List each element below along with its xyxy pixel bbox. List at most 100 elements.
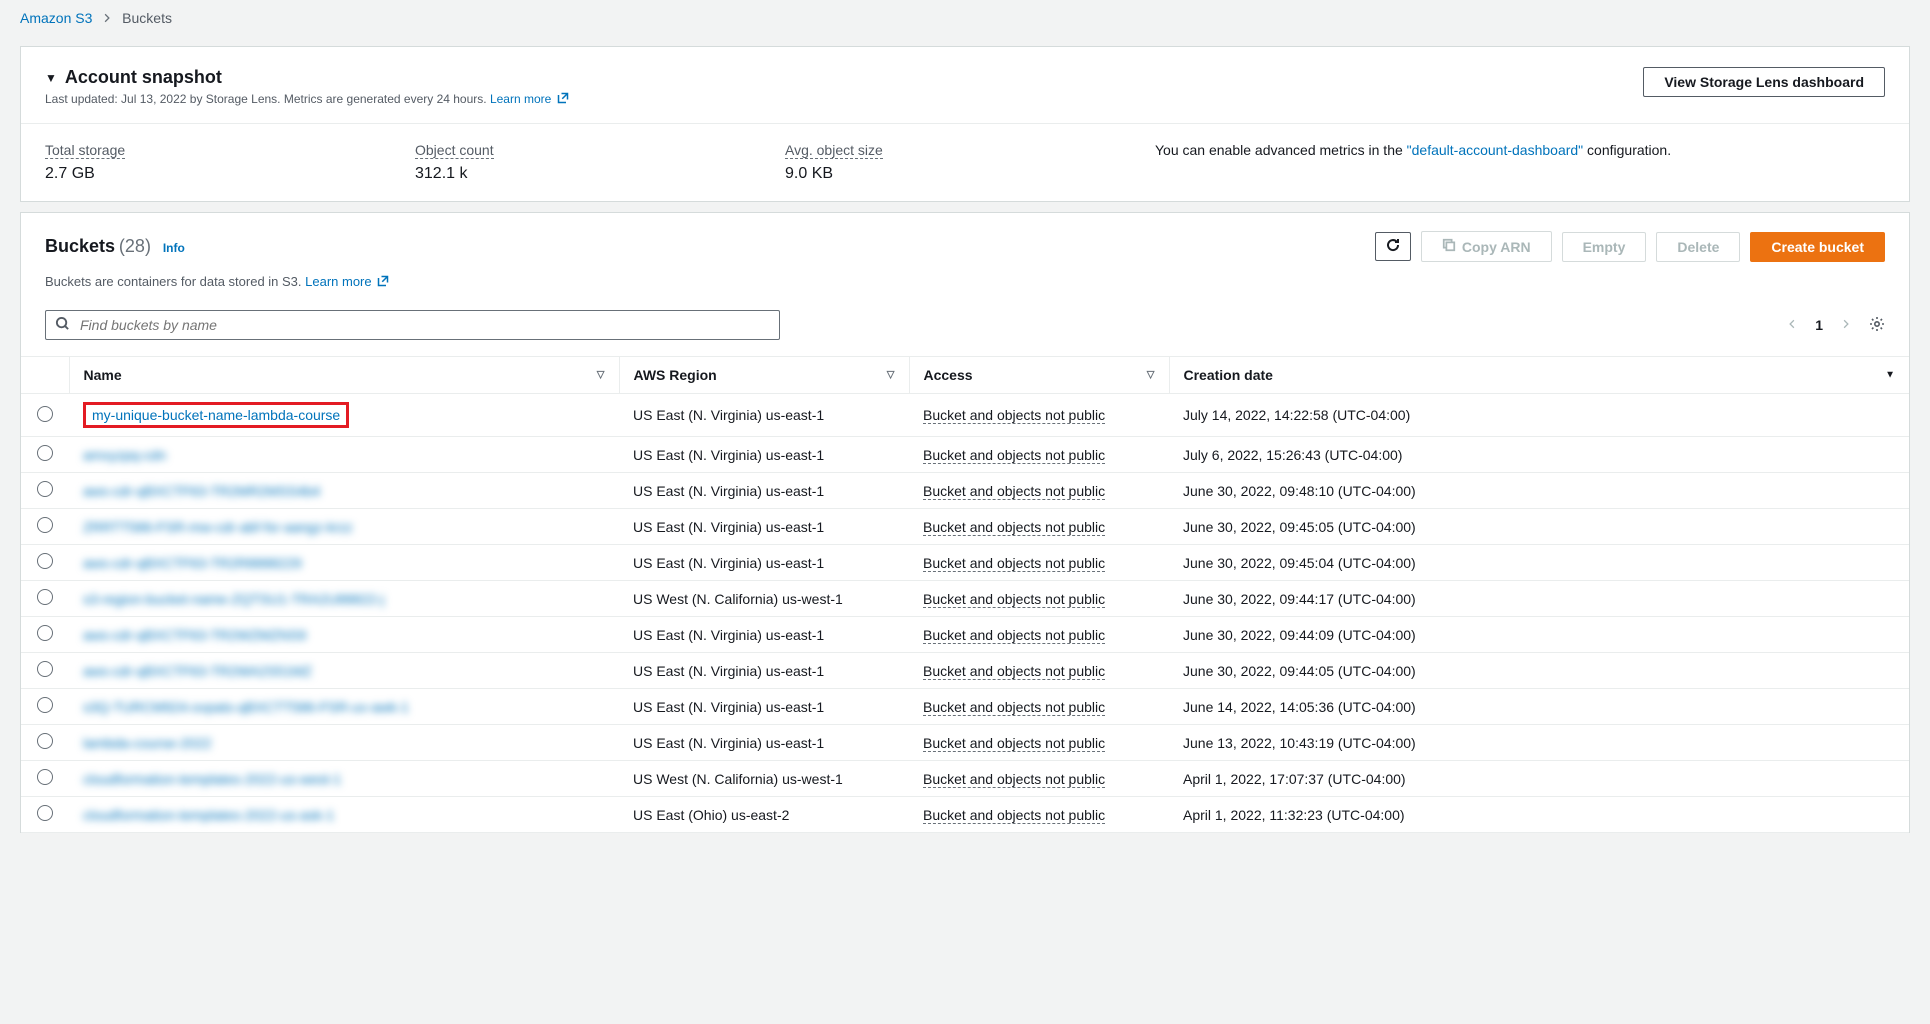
bucket-access: Bucket and objects not public — [923, 447, 1105, 464]
bucket-region: US East (N. Virginia) us-east-1 — [619, 473, 909, 509]
bucket-region: US East (N. Virginia) us-east-1 — [619, 545, 909, 581]
bucket-access: Bucket and objects not public — [923, 555, 1105, 572]
table-row: aws-cdr-qBXCTF63-TR2MR2MSS4b4 US East (N.… — [21, 473, 1909, 509]
breadcrumb-root-link[interactable]: Amazon S3 — [20, 10, 92, 26]
view-storage-lens-button[interactable]: View Storage Lens dashboard — [1643, 67, 1885, 97]
bucket-access: Bucket and objects not public — [923, 735, 1105, 752]
bucket-name-link[interactable]: ZRRTT586-FSR-mw-cdr-abf-fsr-aangz-krzz — [83, 519, 353, 535]
pagination: 1 — [1787, 316, 1885, 335]
search-input[interactable] — [45, 310, 780, 340]
search-box — [45, 310, 780, 340]
empty-button[interactable]: Empty — [1562, 232, 1647, 262]
bucket-access: Bucket and objects not public — [923, 519, 1105, 536]
bucket-name-link[interactable]: aws-cdr-qBXCTF63-TR2WZMZNS9 — [83, 627, 306, 643]
row-select-radio[interactable] — [37, 625, 53, 641]
buckets-table: Name AWS Region Access Creation date my-… — [21, 356, 1909, 833]
copy-icon — [1442, 238, 1456, 255]
bucket-name-link[interactable]: cloudformation-templates-2022-us-ask-1 — [83, 807, 334, 823]
bucket-creation-date: June 30, 2022, 09:48:10 (UTC-04:00) — [1169, 473, 1909, 509]
bucket-name-link[interactable]: my-unique-bucket-name-lambda-course — [83, 402, 349, 428]
account-snapshot-subtitle: Last updated: Jul 13, 2022 by Storage Le… — [45, 92, 569, 107]
row-select-radio[interactable] — [37, 406, 53, 422]
buckets-panel: Buckets (28) Info Copy ARN Empty Delete … — [20, 212, 1910, 833]
name-column-header[interactable]: Name — [69, 357, 619, 394]
bucket-name-link[interactable]: aws-cdr-qBXCTF63-TR2MR2MSS4b4 — [83, 483, 320, 499]
object-count-label: Object count — [415, 142, 494, 159]
info-link[interactable]: Info — [163, 241, 185, 255]
account-snapshot-panel: ▼ Account snapshot Last updated: Jul 13,… — [20, 46, 1910, 202]
bucket-creation-date: June 30, 2022, 09:44:17 (UTC-04:00) — [1169, 581, 1909, 617]
row-select-radio[interactable] — [37, 661, 53, 677]
bucket-creation-date: July 14, 2022, 14:22:58 (UTC-04:00) — [1169, 394, 1909, 437]
copy-arn-button[interactable]: Copy ARN — [1421, 231, 1552, 262]
bucket-name-link[interactable]: aws-cdr-qBXCTF63-TR2R8888229 — [83, 555, 302, 571]
bucket-region: US East (N. Virginia) us-east-1 — [619, 509, 909, 545]
row-select-radio[interactable] — [37, 445, 53, 461]
delete-button[interactable]: Delete — [1656, 232, 1740, 262]
bucket-region: US East (N. Virginia) us-east-1 — [619, 617, 909, 653]
bucket-creation-date: June 13, 2022, 10:43:19 (UTC-04:00) — [1169, 725, 1909, 761]
row-select-radio[interactable] — [37, 481, 53, 497]
row-select-radio[interactable] — [37, 733, 53, 749]
bucket-name-link[interactable]: amxyzpq-cdn — [83, 447, 166, 463]
bucket-name-link[interactable]: s3Q-TURCM924-ovpats-qBXCTT586-FSR-uv-awk… — [83, 699, 409, 715]
row-select-radio[interactable] — [37, 697, 53, 713]
settings-button[interactable] — [1869, 316, 1885, 335]
row-select-radio[interactable] — [37, 769, 53, 785]
bucket-access: Bucket and objects not public — [923, 591, 1105, 608]
region-column-header[interactable]: AWS Region — [619, 357, 909, 394]
default-dashboard-link[interactable]: "default-account-dashboard" — [1407, 142, 1584, 158]
page-number: 1 — [1815, 317, 1823, 333]
row-select-radio[interactable] — [37, 517, 53, 533]
bucket-creation-date: June 30, 2022, 09:45:04 (UTC-04:00) — [1169, 545, 1909, 581]
bucket-region: US East (N. Virginia) us-east-1 — [619, 394, 909, 437]
bucket-access: Bucket and objects not public — [923, 407, 1105, 424]
create-bucket-button[interactable]: Create bucket — [1750, 232, 1885, 262]
access-column-header[interactable]: Access — [909, 357, 1169, 394]
bucket-access: Bucket and objects not public — [923, 771, 1105, 788]
row-select-radio[interactable] — [37, 553, 53, 569]
bucket-name-link[interactable]: s3-region-bucket-name-ZQTSU1-TRA2U88822-… — [83, 591, 384, 607]
bucket-access: Bucket and objects not public — [923, 699, 1105, 716]
bucket-creation-date: April 1, 2022, 17:07:37 (UTC-04:00) — [1169, 761, 1909, 797]
prev-page-button[interactable] — [1787, 317, 1797, 334]
table-row: ZRRTT586-FSR-mw-cdr-abf-fsr-aangz-krzz US… — [21, 509, 1909, 545]
buckets-title: Buckets — [45, 236, 115, 256]
table-row: s3-region-bucket-name-ZQTSU1-TRA2U88822-… — [21, 581, 1909, 617]
gear-icon — [1869, 319, 1885, 335]
table-row: amxyzpq-cdn US East (N. Virginia) us-east… — [21, 437, 1909, 473]
bucket-name-link[interactable]: cloudformation-templates-2022-us-west-1 — [83, 771, 341, 787]
bucket-creation-date: April 1, 2022, 11:32:23 (UTC-04:00) — [1169, 797, 1909, 833]
bucket-region: US West (N. California) us-west-1 — [619, 761, 909, 797]
buckets-count: (28) — [119, 236, 151, 256]
bucket-region: US East (N. Virginia) us-east-1 — [619, 689, 909, 725]
creation-column-header[interactable]: Creation date — [1169, 357, 1909, 394]
bucket-name-link[interactable]: aws-cdr-qBXCTF63-TR2WA2S51MZ — [83, 663, 312, 679]
refresh-button[interactable] — [1375, 232, 1411, 261]
bucket-name-link[interactable]: lambda-course-2022 — [83, 735, 211, 751]
buckets-learn-more-link[interactable]: Learn more — [305, 274, 371, 289]
bucket-region: US West (N. California) us-west-1 — [619, 581, 909, 617]
object-count-value: 312.1 k — [415, 165, 785, 183]
learn-more-link[interactable]: Learn more — [490, 92, 551, 106]
table-row: aws-cdr-qBXCTF63-TR2WA2S51MZUS East (N. … — [21, 653, 1909, 689]
table-row: cloudformation-templates-2022-us-west-1 U… — [21, 761, 1909, 797]
row-select-radio[interactable] — [37, 805, 53, 821]
bucket-access: Bucket and objects not public — [923, 663, 1105, 680]
row-select-radio[interactable] — [37, 589, 53, 605]
bucket-creation-date: June 30, 2022, 09:44:09 (UTC-04:00) — [1169, 617, 1909, 653]
bucket-creation-date: June 14, 2022, 14:05:36 (UTC-04:00) — [1169, 689, 1909, 725]
table-row: cloudformation-templates-2022-us-ask-1 US… — [21, 797, 1909, 833]
external-link-icon — [557, 92, 569, 107]
bucket-region: US East (Ohio) us-east-2 — [619, 797, 909, 833]
total-storage-value: 2.7 GB — [45, 165, 415, 183]
bucket-access: Bucket and objects not public — [923, 483, 1105, 500]
next-page-button[interactable] — [1841, 317, 1851, 334]
avg-object-size-value: 9.0 KB — [785, 165, 1155, 183]
caret-down-icon[interactable]: ▼ — [45, 71, 57, 85]
table-row: lambda-course-2022US East (N. Virginia) … — [21, 725, 1909, 761]
select-column-header — [21, 357, 69, 394]
search-icon — [55, 316, 70, 334]
bucket-access: Bucket and objects not public — [923, 627, 1105, 644]
bucket-region: US East (N. Virginia) us-east-1 — [619, 437, 909, 473]
